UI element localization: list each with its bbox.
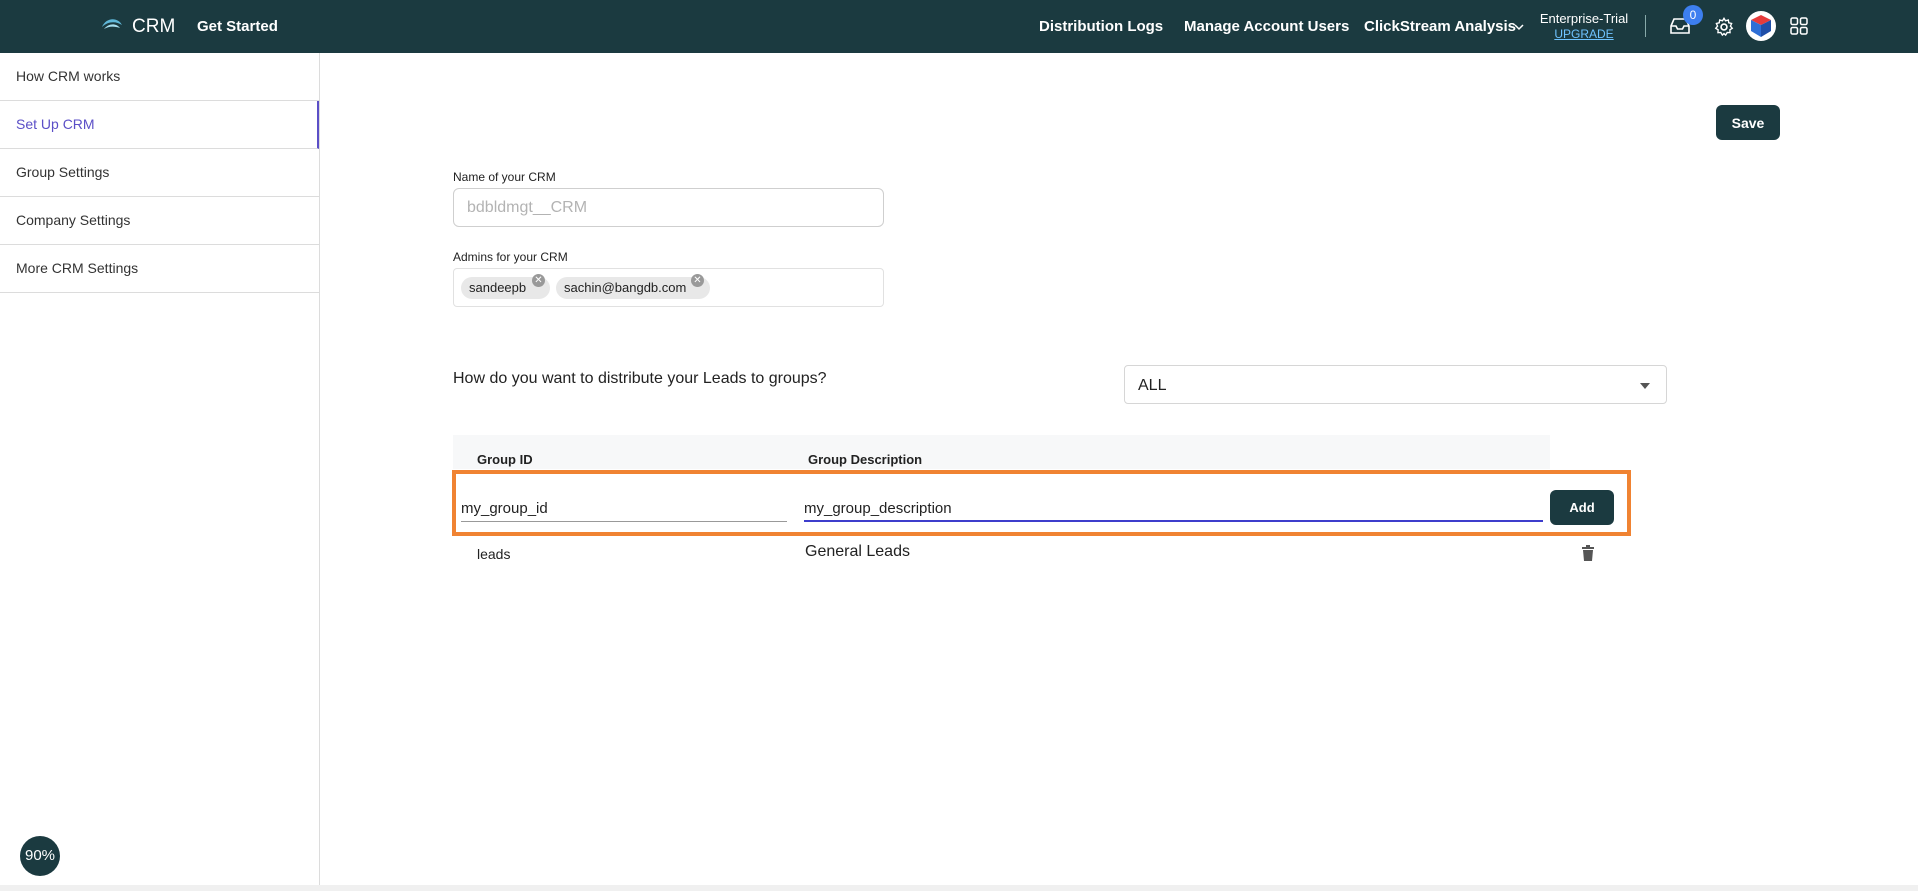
sidebar-item-group-settings[interactable]: Group Settings [0,149,319,197]
header-divider [1645,15,1646,37]
nav-clickstream-analysis[interactable]: ClickStream Analysis [1364,18,1516,35]
caret-down-icon [1640,383,1650,389]
distribution-question: How do you want to distribute your Leads… [453,370,827,387]
notification-badge: 0 [1683,5,1703,25]
admin-chip: sachin@bangdb.com [556,277,710,299]
upgrade-link[interactable]: UPGRADE [1538,27,1630,41]
avatar-logo-icon [1751,15,1771,37]
group-id-input[interactable] [461,496,787,522]
group-table-header: Group ID Group Description [453,435,1550,469]
bottom-scrollbar-track [0,885,1918,891]
admin-chip-label: sachin@bangdb.com [564,280,687,295]
save-button[interactable]: Save [1716,105,1780,140]
sidebar: How CRM works Set Up CRM Group Settings … [0,53,320,885]
column-header-group-id: Group ID [477,452,533,467]
column-header-group-description: Group Description [808,452,923,467]
group-description-input[interactable] [804,496,1543,522]
crm-admins-label: Admins for your CRM [453,250,568,264]
gear-icon[interactable] [1713,16,1735,38]
remove-chip-icon[interactable]: ✕ [532,274,545,287]
avatar[interactable] [1746,11,1776,41]
sidebar-item-company-settings[interactable]: Company Settings [0,197,319,245]
group-description-cell: General Leads [805,543,910,560]
get-started-link[interactable]: Get Started [197,18,278,35]
group-id-cell: leads [477,546,511,562]
sidebar-item-more-crm-settings[interactable]: More CRM Settings [0,245,319,293]
distribution-select[interactable]: ALL [1124,365,1667,404]
app-title[interactable]: CRM [132,16,175,38]
nav-distribution-logs[interactable]: Distribution Logs [1039,18,1163,35]
nav-manage-account-users[interactable]: Manage Account Users [1184,18,1349,35]
crm-name-label: Name of your CRM [453,170,556,184]
add-group-button[interactable]: Add [1550,490,1614,525]
distribution-selected-value: ALL [1138,377,1167,394]
admin-chip-label: sandeepb [469,280,527,295]
crm-logo-icon [102,19,122,29]
zoom-indicator[interactable]: 90% [20,836,60,876]
sidebar-item-how-crm-works[interactable]: How CRM works [0,53,319,101]
remove-chip-icon[interactable]: ✕ [691,274,704,287]
sidebar-item-set-up-crm[interactable]: Set Up CRM [0,101,319,149]
top-navbar: CRM Get Started Distribution Logs Manage… [0,0,1918,53]
trash-icon[interactable] [1581,545,1595,561]
crm-name-input[interactable] [453,188,884,227]
admins-field[interactable]: sandeepb ✕ sachin@bangdb.com ✕ [453,268,884,307]
chevron-down-icon[interactable] [1512,20,1526,34]
apps-grid-icon[interactable] [1789,16,1809,36]
plan-name: Enterprise-Trial [1539,11,1629,26]
